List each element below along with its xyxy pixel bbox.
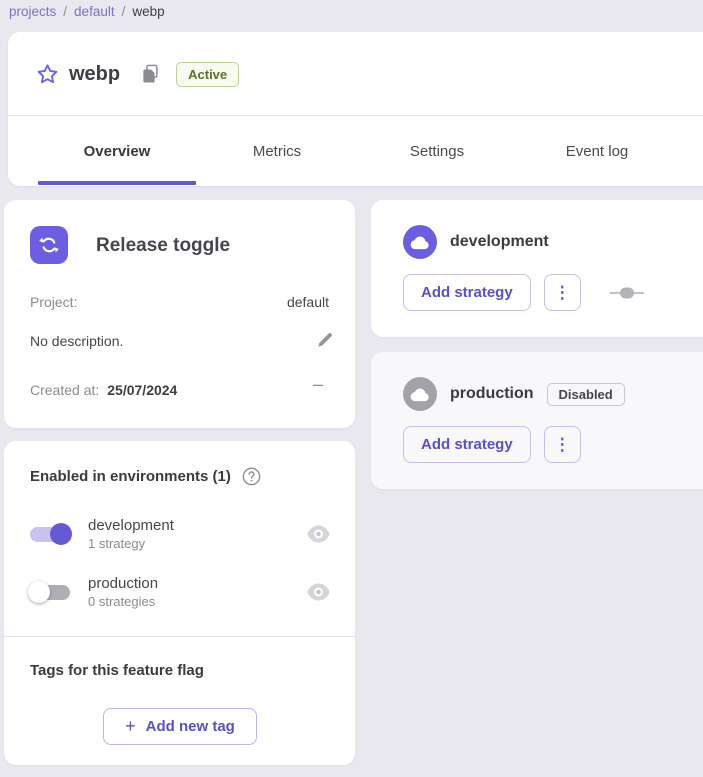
sync-arrows-icon (37, 233, 61, 257)
breadcrumb-default-link[interactable]: default (74, 4, 115, 19)
environment-name: development (88, 517, 174, 534)
environment-menu-button[interactable]: ⋮ (544, 426, 581, 463)
environments-title-row: Enabled in environments (1) (30, 467, 261, 486)
environment-row-development: development 1 strategy (30, 513, 331, 555)
environment-strategy-count: 0 strategies (88, 594, 158, 609)
created-row: Created at: 25/07/2024 (30, 380, 329, 400)
add-strategy-button[interactable]: Add strategy (403, 426, 531, 463)
edit-description-button[interactable] (307, 322, 343, 358)
breadcrumb-separator: / (122, 4, 126, 19)
production-strategies-panel: production Disabled Add strategy ⋮ (371, 352, 703, 489)
visibility-eye-icon[interactable] (306, 582, 331, 602)
flag-title-row: webp Active (8, 32, 703, 116)
breadcrumb-separator: / (63, 4, 67, 19)
release-toggle-icon (30, 226, 68, 264)
environments-card: Enabled in environments (1) development … (4, 441, 355, 765)
page-title: webp (69, 63, 120, 86)
tab-overview[interactable]: Overview (37, 116, 197, 186)
help-icon[interactable] (242, 467, 261, 486)
add-new-tag-label: Add new tag (146, 718, 235, 735)
disabled-badge: Disabled (547, 383, 625, 406)
tab-bar: Overview Metrics Settings Event log (37, 116, 677, 186)
panel-header: production Disabled (403, 377, 625, 411)
section-divider (4, 636, 355, 637)
development-strategies-panel: development Add strategy ⋮ (371, 200, 703, 337)
development-toggle[interactable] (30, 527, 70, 542)
plus-icon: + (125, 716, 136, 737)
flag-type-label: Release toggle (96, 235, 230, 257)
description-row: No description. (30, 331, 329, 351)
environment-panel-name: production (450, 385, 534, 403)
environment-cloud-icon (403, 225, 437, 259)
tab-metrics[interactable]: Metrics (197, 116, 357, 186)
panel-actions: Add strategy ⋮ (403, 274, 644, 311)
flag-details-card: Release toggle Project: default No descr… (4, 200, 355, 428)
tab-settings[interactable]: Settings (357, 116, 517, 186)
collapse-details-button[interactable]: – (313, 375, 323, 393)
copy-name-icon[interactable] (142, 64, 160, 84)
breadcrumb-current: webp (132, 4, 164, 19)
project-label: Project: (30, 294, 77, 310)
feature-flag-page: projects / default / webp webp Active Ov… (0, 0, 703, 777)
breadcrumb-projects-link[interactable]: projects (9, 4, 56, 19)
environment-texts: development 1 strategy (88, 517, 174, 551)
environment-cloud-icon (403, 377, 437, 411)
active-tab-indicator (38, 181, 196, 185)
environments-title: Enabled in environments (1) (30, 468, 231, 485)
breadcrumb: projects / default / webp (9, 0, 165, 22)
created-at-value: 25/07/2024 (107, 382, 177, 398)
project-row: Project: default (30, 292, 329, 312)
created-at-label: Created at: (30, 382, 99, 398)
header-card: webp Active Overview Metrics Settings Ev… (8, 32, 703, 186)
environment-name: production (88, 575, 158, 592)
project-value: default (287, 294, 329, 310)
toggle-knob (50, 523, 72, 545)
add-new-tag-button[interactable]: + Add new tag (103, 708, 257, 745)
toggle-knob (28, 581, 50, 603)
tab-event-log[interactable]: Event log (517, 116, 677, 186)
visibility-eye-icon[interactable] (306, 524, 331, 544)
environment-panel-name: development (450, 233, 549, 251)
panel-header: development (403, 225, 549, 259)
pencil-icon (315, 330, 335, 350)
tags-section-title: Tags for this feature flag (30, 662, 204, 679)
environment-texts: production 0 strategies (88, 575, 158, 609)
strategy-connector-icon (610, 286, 644, 300)
environment-row-production: production 0 strategies (30, 571, 331, 613)
add-strategy-button[interactable]: Add strategy (403, 274, 531, 311)
production-toggle[interactable] (30, 585, 70, 600)
description-text: No description. (30, 333, 123, 349)
environment-menu-button[interactable]: ⋮ (544, 274, 581, 311)
panel-actions: Add strategy ⋮ (403, 426, 581, 463)
favorite-star-icon[interactable] (35, 62, 60, 87)
status-badge: Active (176, 62, 239, 87)
environment-strategy-count: 1 strategy (88, 536, 174, 551)
